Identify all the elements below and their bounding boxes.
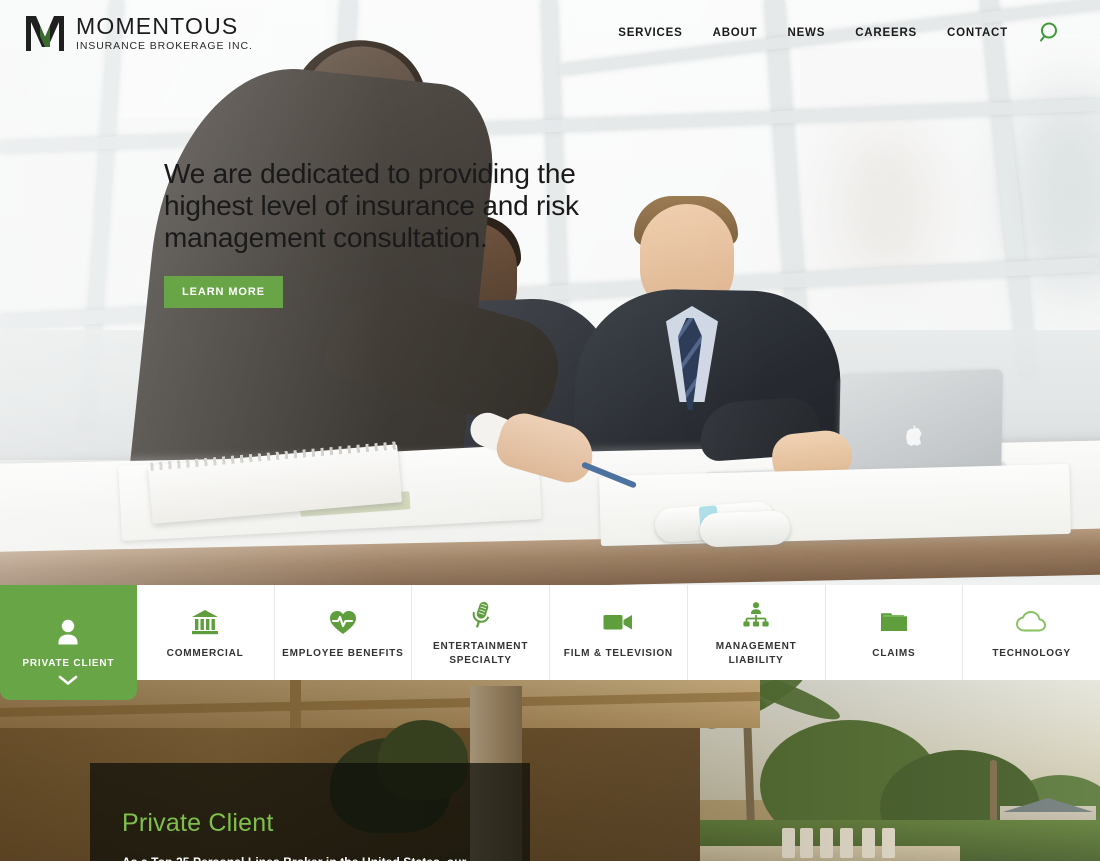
microphone-icon xyxy=(468,598,494,632)
cloud-icon xyxy=(1015,605,1049,639)
org-chart-icon xyxy=(742,598,770,632)
panel-body-text: As a Top 25 Personal Lines Broker in the… xyxy=(122,854,498,861)
service-tabs-bar: PRIVATE CLIENT COMMERCIAL EMPLOYEE BENEF… xyxy=(0,585,1100,700)
nav-item-contact[interactable]: CONTACT xyxy=(947,27,1008,39)
panel-title: Private Client xyxy=(122,809,274,837)
private-client-panel: Private Client As a Top 25 Personal Line… xyxy=(90,763,530,861)
tab-film-television[interactable]: FILM & TELEVISION xyxy=(550,585,688,680)
search-icon[interactable] xyxy=(1038,20,1064,46)
learn-more-button[interactable]: LEARN MORE xyxy=(164,275,283,308)
site-header: MOMENTOUS INSURANCE BROKERAGE INC. SERVI… xyxy=(0,0,1100,66)
tab-technology[interactable]: TECHNOLOGY xyxy=(963,585,1100,680)
nav-item-services[interactable]: SERVICES xyxy=(618,27,682,39)
user-icon xyxy=(55,615,81,649)
tab-label: PRIVATE CLIENT xyxy=(22,657,115,669)
logo-name: MOMENTOUS xyxy=(76,12,239,39)
tab-label: ENTERTAINMENT SPECIALTY xyxy=(433,641,529,666)
tab-commercial[interactable]: COMMERCIAL xyxy=(137,585,275,680)
tab-label: MANAGEMENT LIABILITY xyxy=(715,641,797,666)
tab-label: CLAIMS xyxy=(872,647,916,659)
paper-roll xyxy=(699,510,791,548)
tab-label: TECHNOLOGY xyxy=(992,647,1071,659)
bank-icon xyxy=(190,605,220,639)
nav-item-about[interactable]: ABOUT xyxy=(713,27,758,39)
tab-label: EMPLOYEE BENEFITS xyxy=(282,647,404,659)
tab-claims[interactable]: CLAIMS xyxy=(826,585,964,680)
momentous-m-logo-icon xyxy=(26,16,64,51)
tab-employee-benefits[interactable]: EMPLOYEE BENEFITS xyxy=(275,585,413,680)
nav-item-careers[interactable]: CAREERS xyxy=(855,27,917,39)
tab-private-client[interactable]: PRIVATE CLIENT xyxy=(0,585,137,700)
heart-pulse-icon xyxy=(328,605,358,639)
tab-entertainment-specialty[interactable]: ENTERTAINMENT SPECIALTY xyxy=(412,585,550,680)
logo-tagline: INSURANCE BROKERAGE INC. xyxy=(76,39,253,52)
video-camera-icon xyxy=(602,605,634,639)
hero-headline: We are dedicated to providing the highes… xyxy=(164,158,579,253)
chevron-down-icon[interactable] xyxy=(57,674,79,686)
hero-content: We are dedicated to providing the highes… xyxy=(164,158,584,308)
folder-icon xyxy=(879,605,909,639)
tab-label: COMMERCIAL xyxy=(166,647,244,659)
main-navigation: SERVICES ABOUT NEWS CAREERS CONTACT xyxy=(618,20,1080,46)
window-glare xyxy=(840,130,930,280)
nav-item-news[interactable]: NEWS xyxy=(787,27,825,39)
site-logo[interactable]: MOMENTOUS INSURANCE BROKERAGE INC. xyxy=(24,13,253,53)
tab-label: FILM & TELEVISION xyxy=(563,647,673,659)
page-root: MOMENTOUS INSURANCE BROKERAGE INC. SERVI… xyxy=(0,0,1100,861)
tab-management-liability[interactable]: MANAGEMENT LIABILITY xyxy=(688,585,826,680)
